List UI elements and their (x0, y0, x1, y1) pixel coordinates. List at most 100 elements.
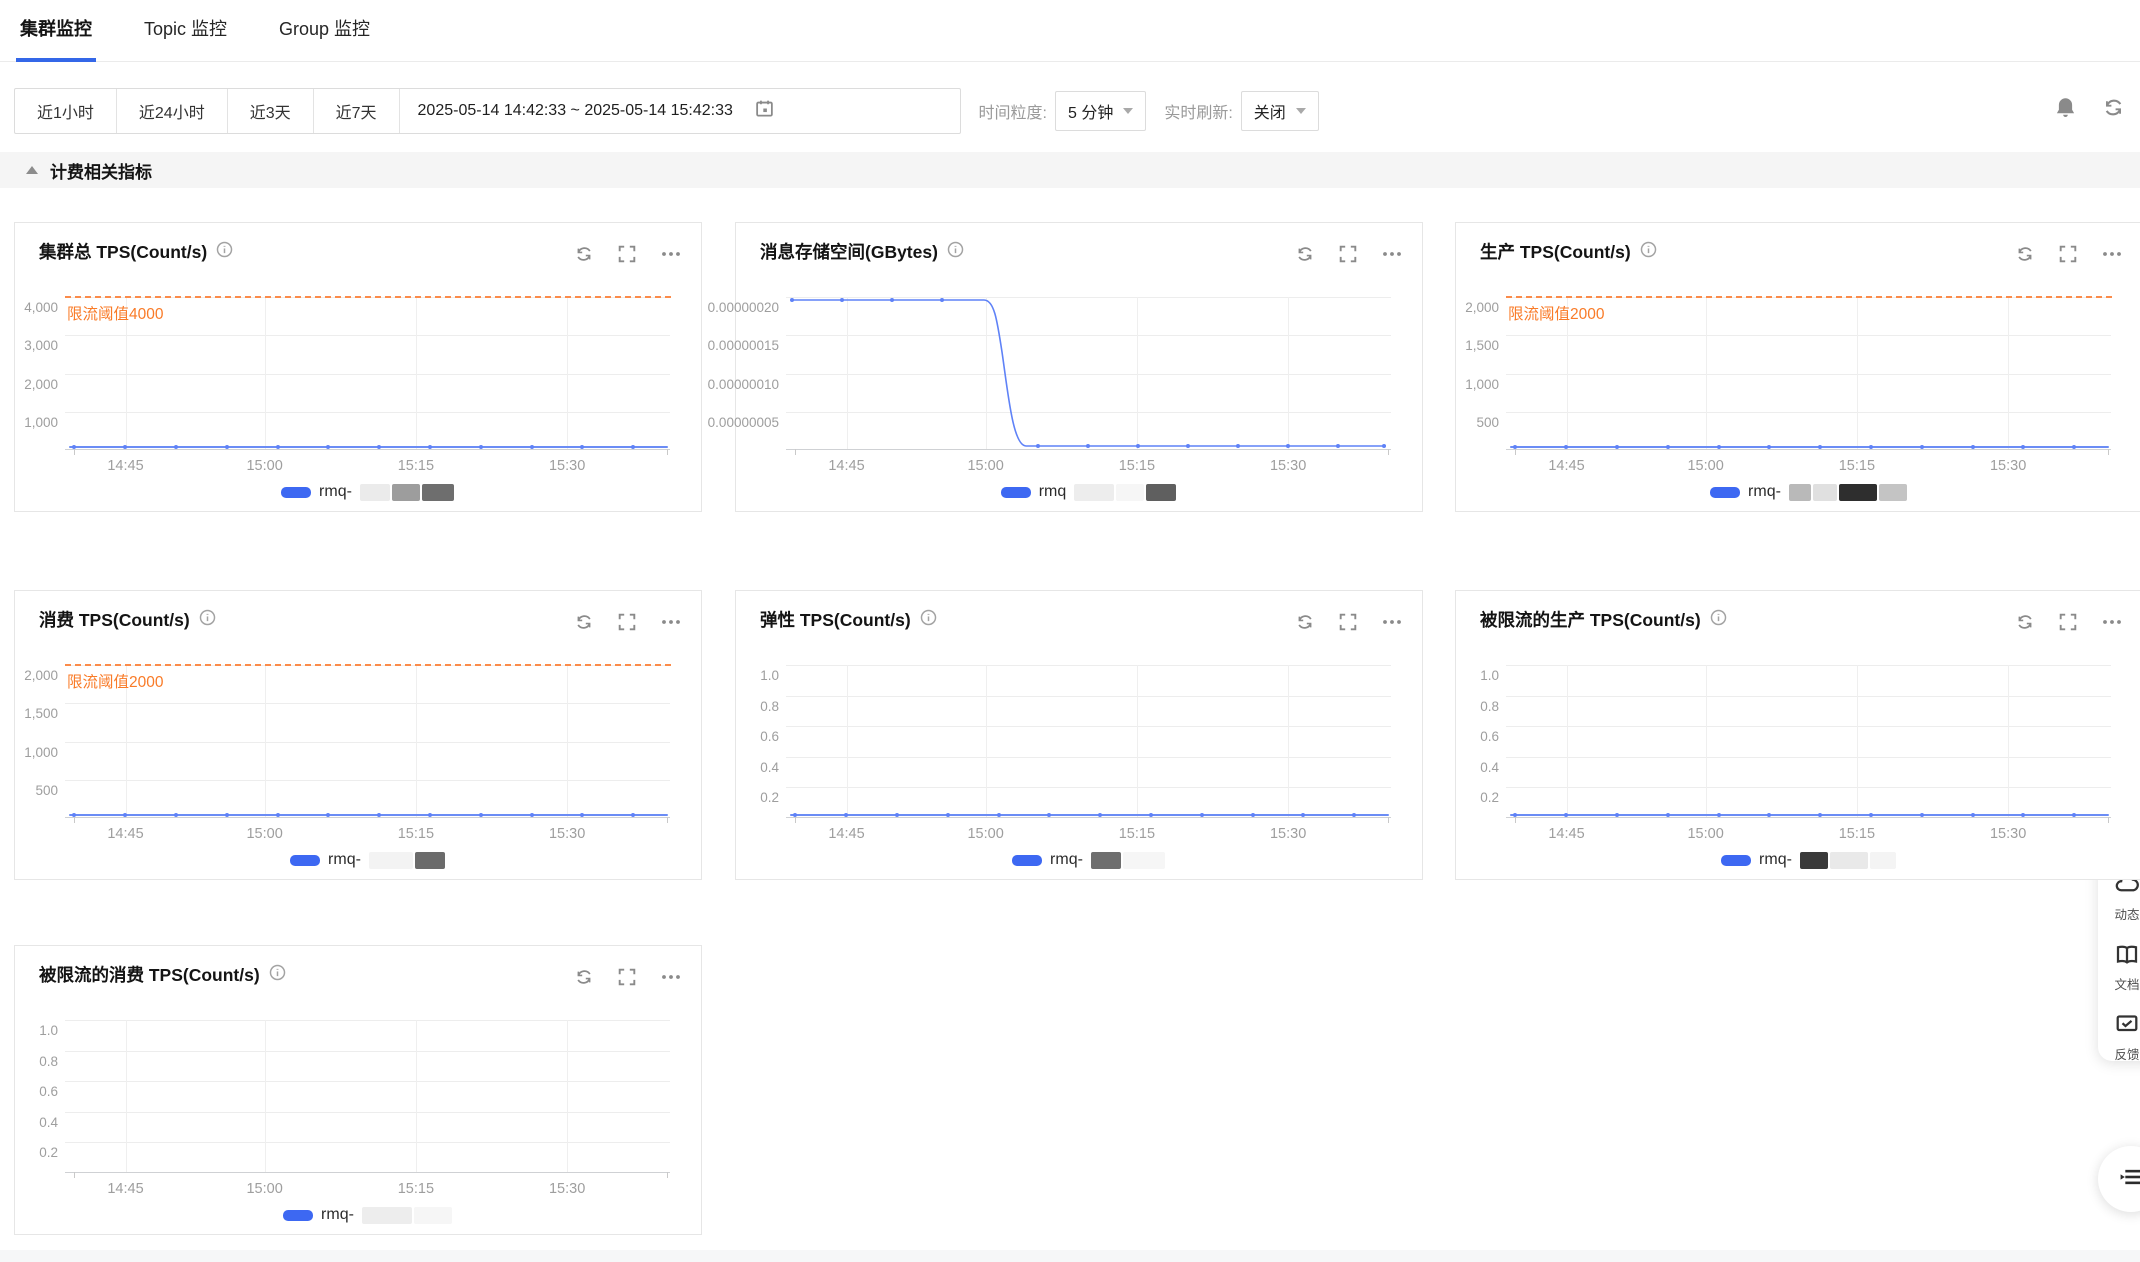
survey-button[interactable] (2098, 1146, 2140, 1212)
more-icon[interactable] (1382, 245, 1402, 268)
range-24h-button[interactable]: 近24小时 (117, 89, 228, 133)
x-axis-label: 15:00 (246, 826, 282, 842)
gridline (416, 1020, 417, 1172)
refresh-icon[interactable] (575, 245, 593, 268)
fullscreen-icon[interactable] (2059, 613, 2077, 636)
plot-area[interactable]: 2,0001,5001,00050014:4515:0015:1515:30限流… (65, 665, 670, 818)
gridline (1506, 335, 2111, 336)
plot-area[interactable]: 1.00.80.60.40.214:4515:0015:1515:30 (1506, 665, 2111, 818)
legend-swatch (290, 855, 320, 866)
refresh-icon[interactable] (1296, 245, 1314, 268)
gridline (1137, 665, 1138, 817)
y-axis-label: 2,000 (0, 668, 58, 683)
section-billing-metrics[interactable]: 计费相关指标 (0, 152, 2140, 188)
tab-cluster-monitoring[interactable]: 集群监控 (20, 0, 92, 62)
auto-refresh-select[interactable]: 关闭 (1241, 91, 1319, 131)
info-icon[interactable] (269, 964, 286, 986)
y-axis-label: 0.4 (0, 1115, 58, 1130)
plot-area[interactable]: 2,0001,5001,00050014:4515:0015:1515:30限流… (1506, 297, 2111, 450)
info-icon[interactable] (920, 609, 937, 631)
legend[interactable]: rmq- (65, 851, 670, 869)
y-axis-label: 1,000 (1379, 377, 1499, 392)
panel-item-feedback[interactable]: 反馈 (2098, 1007, 2140, 1069)
legend[interactable]: rmq- (65, 1206, 670, 1224)
tab-topic-monitoring[interactable]: Topic 监控 (144, 0, 227, 62)
info-icon[interactable] (199, 609, 216, 631)
more-icon[interactable] (2102, 613, 2122, 636)
fullscreen-icon[interactable] (618, 968, 636, 991)
refresh-icon[interactable] (2016, 613, 2034, 636)
gridline (265, 665, 266, 817)
data-point (1666, 813, 1670, 817)
more-icon[interactable] (661, 245, 681, 268)
tab-group-monitoring[interactable]: Group 监控 (279, 0, 370, 62)
range-3d-button[interactable]: 近3天 (228, 89, 314, 133)
info-icon[interactable] (1710, 609, 1727, 631)
redaction-block (1870, 852, 1896, 869)
fullscreen-icon[interactable] (618, 245, 636, 268)
tab-bar: 集群监控 Topic 监控 Group 监控 (0, 0, 2140, 62)
legend[interactable]: rmq- (65, 483, 670, 501)
refresh-icon[interactable] (575, 968, 593, 991)
range-1h-button[interactable]: 近1小时 (15, 89, 117, 133)
book-icon (2115, 943, 2139, 970)
refresh-icon[interactable] (1296, 613, 1314, 636)
data-point (2072, 813, 2076, 817)
chart-title: 弹性 TPS(Count/s) (760, 607, 911, 632)
info-icon[interactable] (1640, 241, 1657, 263)
more-icon[interactable] (2102, 245, 2122, 268)
fullscreen-icon[interactable] (1339, 245, 1357, 268)
plot-area[interactable]: 1.00.80.60.40.214:4515:0015:1515:30 (786, 665, 1391, 818)
threshold-label: 限流阈值4000 (67, 302, 163, 324)
legend-swatch (1721, 855, 1751, 866)
refresh-icon[interactable] (2103, 97, 2124, 123)
gridline (786, 787, 1391, 788)
redaction-block (1074, 484, 1114, 501)
data-point (895, 813, 899, 817)
x-axis-label: 15:00 (967, 458, 1003, 474)
plot-area[interactable]: 4,0003,0002,0001,00014:4515:0015:1515:30… (65, 297, 670, 450)
plot-area[interactable]: 1.00.80.60.40.214:4515:0015:1515:30 (65, 1020, 670, 1173)
redaction-block (1789, 484, 1811, 501)
x-axis-label: 15:30 (1270, 458, 1306, 474)
info-icon[interactable] (216, 241, 233, 263)
gridline (1506, 374, 2111, 375)
y-axis-label: 0.8 (1379, 699, 1499, 714)
fullscreen-icon[interactable] (1339, 613, 1357, 636)
legend[interactable]: rmq (786, 483, 1391, 501)
fullscreen-icon[interactable] (2059, 245, 2077, 268)
chart-card-2: 生产 TPS(Count/s) 2,0001,5001,000500 (1455, 222, 2140, 512)
range-7d-button[interactable]: 近7天 (314, 89, 400, 133)
refresh-icon[interactable] (575, 613, 593, 636)
data-point (377, 445, 381, 449)
gridline (2008, 297, 2009, 449)
data-point (580, 813, 584, 817)
refresh-icon[interactable] (2016, 245, 2034, 268)
chart-card-4: 弹性 TPS(Count/s) 1.00.80.60.40.214: (735, 590, 1423, 880)
x-axis-label: 15:30 (549, 1181, 585, 1197)
redaction-block (1813, 484, 1837, 501)
x-axis-label: 15:15 (1119, 826, 1155, 842)
fullscreen-icon[interactable] (618, 613, 636, 636)
more-icon[interactable] (661, 613, 681, 636)
granularity-select[interactable]: 5 分钟 (1055, 91, 1146, 131)
data-line (1510, 814, 2109, 816)
x-axis-label: 15:15 (1119, 458, 1155, 474)
legend[interactable]: rmq- (1506, 483, 2111, 501)
gridline (1506, 696, 2111, 697)
more-icon[interactable] (1382, 613, 1402, 636)
bell-icon[interactable] (2054, 96, 2077, 124)
plot-area[interactable]: 0.000000200.000000150.000000100.00000005… (786, 297, 1391, 450)
info-icon[interactable] (947, 241, 964, 263)
legend[interactable]: rmq- (1506, 851, 2111, 869)
y-axis-label: 0.4 (1379, 760, 1499, 775)
gridline (786, 665, 1391, 666)
date-range-picker[interactable]: 2025-05-14 14:42:33 ~ 2025-05-14 15:42:3… (400, 89, 960, 133)
panel-item-docs[interactable]: 文档 (2098, 937, 2140, 999)
legend[interactable]: rmq- (786, 851, 1391, 869)
more-icon[interactable] (661, 968, 681, 991)
data-point (631, 813, 635, 817)
data-point (1200, 813, 1204, 817)
y-axis-label: 0.6 (659, 729, 779, 744)
redacted-instance-name (369, 852, 445, 869)
